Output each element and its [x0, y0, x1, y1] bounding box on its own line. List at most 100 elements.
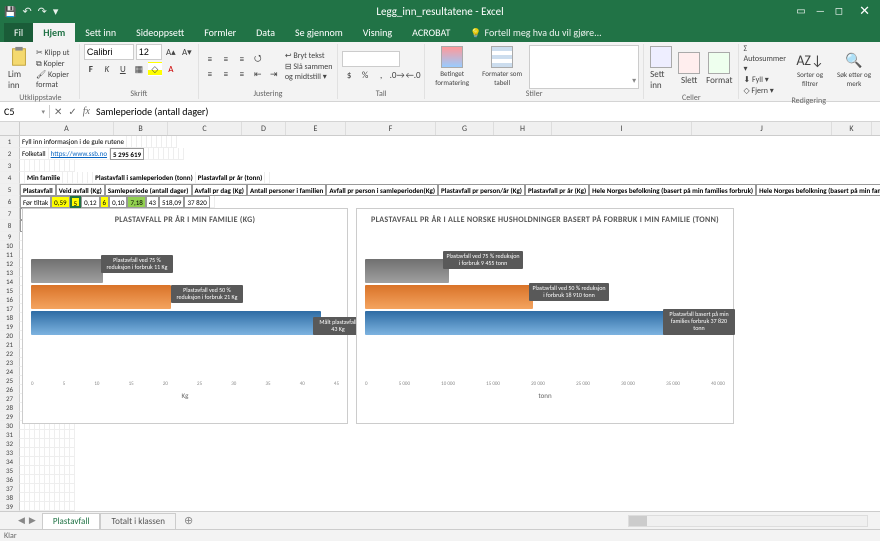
row-head-6[interactable]: 6	[0, 196, 20, 208]
row-head-25[interactable]: 25	[0, 376, 20, 385]
cell-G6[interactable]: 7,18	[127, 196, 145, 208]
row-head-32[interactable]: 32	[0, 439, 20, 448]
comma-icon[interactable]: ,	[374, 68, 388, 82]
format-cells-button[interactable]: Format	[704, 50, 734, 88]
cell-F5[interactable]: Avfall pr person i samleperioden(Kg)	[326, 184, 438, 196]
indent-dec-icon[interactable]: ⇤	[251, 67, 265, 81]
cell-J5[interactable]: Hele Norges befolkning (basert på min fa…	[756, 184, 880, 196]
conditional-format-button[interactable]: Betinget formatering	[429, 44, 475, 89]
row-head-36[interactable]: 36	[0, 475, 20, 484]
row-head-13[interactable]: 13	[0, 268, 20, 277]
enter-icon[interactable]: ✓	[68, 105, 76, 118]
col-K[interactable]: K	[832, 122, 872, 135]
row-head-30[interactable]: 30	[0, 421, 20, 430]
row-head-19[interactable]: 19	[0, 322, 20, 331]
row-head-22[interactable]: 22	[0, 349, 20, 358]
cell-C2[interactable]: 5 295 619	[110, 148, 144, 160]
cell-B5[interactable]: Veid avfall (Kg)	[56, 184, 105, 196]
italic-button[interactable]: K	[100, 62, 114, 76]
row-head-20[interactable]: 20	[0, 331, 20, 340]
sort-filter-button[interactable]: AZ↓Sorter og filtrer	[790, 50, 830, 90]
row-head-7[interactable]: 7	[0, 208, 20, 220]
cell-A1[interactable]: Fyll inn informasjon i de gule rutene	[20, 136, 127, 148]
select-all-corner[interactable]	[0, 122, 20, 135]
col-H[interactable]: H	[494, 122, 552, 135]
tab-data[interactable]: Data	[246, 23, 285, 42]
row-head-27[interactable]: 27	[0, 394, 20, 403]
autosum-button[interactable]: Σ Autosummer ▾	[743, 44, 786, 74]
font-color-icon[interactable]: A	[164, 62, 178, 76]
row-head-9[interactable]: 9	[0, 232, 20, 241]
sheet-tab-active[interactable]: Plastavfall	[42, 513, 101, 529]
decrease-font-icon[interactable]: A▾	[180, 45, 194, 59]
format-painter-button[interactable]: 🖌 Kopier format	[36, 70, 75, 90]
chart-norway[interactable]: PLASTAVFALL PR ÅR I ALLE NORSKE HUSHOLDN…	[356, 208, 734, 424]
row-head-35[interactable]: 35	[0, 466, 20, 475]
row-head-5[interactable]: 5	[0, 184, 20, 196]
find-select-button[interactable]: 🔍Søk etter og merk	[834, 50, 874, 90]
row-head-17[interactable]: 17	[0, 304, 20, 313]
cell-K31[interactable]	[70, 430, 75, 439]
cell-I6[interactable]: 518,09	[159, 196, 185, 208]
row-head-21[interactable]: 21	[0, 340, 20, 349]
row-head-39[interactable]: 39	[0, 502, 20, 511]
align-top-icon[interactable]: ≡	[203, 52, 217, 66]
cell-K2[interactable]	[179, 148, 184, 160]
cell-F6[interactable]: 0,10	[109, 196, 127, 208]
number-format-select[interactable]	[342, 51, 400, 67]
col-J[interactable]: J	[692, 122, 832, 135]
col-F[interactable]: F	[346, 122, 436, 135]
cell-H5[interactable]: Plastavfall pr år (Kg)	[525, 184, 589, 196]
cell-J4[interactable]: Plastavfall pr år (tonn)	[196, 172, 266, 184]
sheet-nav-next-icon[interactable]: ▶	[29, 515, 36, 526]
row-head-18[interactable]: 18	[0, 313, 20, 322]
cell-A5[interactable]: Plastavfall	[20, 184, 56, 196]
cell-K1[interactable]	[172, 136, 177, 148]
row-head-8[interactable]: 8	[0, 220, 20, 232]
fill-button[interactable]: ⬇ Fyll ▾	[743, 75, 786, 85]
bold-button[interactable]: F	[84, 62, 98, 76]
cell-K39[interactable]	[70, 502, 75, 511]
cell-K38[interactable]	[70, 493, 75, 502]
align-bot-icon[interactable]: ≡	[235, 52, 249, 66]
cell-K32[interactable]	[70, 439, 75, 448]
cell-K34[interactable]	[70, 457, 75, 466]
cell-E5[interactable]: Antall personer i familien	[247, 184, 326, 196]
cell-K35[interactable]	[70, 466, 75, 475]
row-head-23[interactable]: 23	[0, 358, 20, 367]
row-head-4[interactable]: 4	[0, 172, 20, 184]
font-name-select[interactable]	[84, 44, 134, 60]
row-head-15[interactable]: 15	[0, 286, 20, 295]
col-D[interactable]: D	[242, 122, 286, 135]
cell-K6[interactable]	[210, 196, 215, 208]
row-head-26[interactable]: 26	[0, 385, 20, 394]
maximize-icon[interactable]: ◻	[835, 4, 843, 19]
cell-D5[interactable]: Avfall pr dag (Kg)	[192, 184, 247, 196]
cell-A6[interactable]: Før tiltak	[20, 196, 51, 208]
cell-K4[interactable]	[265, 172, 270, 184]
tab-acrobat[interactable]: ACROBAT	[402, 23, 460, 42]
row-head-33[interactable]: 33	[0, 448, 20, 457]
name-box[interactable]: C5	[4, 105, 14, 118]
cell-K37[interactable]	[70, 484, 75, 493]
cell-B2[interactable]: https://www.ssb.no	[49, 148, 110, 160]
tab-layout[interactable]: Sideoppsett	[126, 23, 194, 42]
fill-color-icon[interactable]: ◇	[148, 62, 162, 76]
sheet-nav-prev-icon[interactable]: ◀	[18, 515, 25, 526]
fx-icon[interactable]: fx	[83, 106, 90, 117]
cell-A2[interactable]: Folketall	[20, 148, 49, 160]
tab-file[interactable]: Fil	[4, 23, 33, 42]
chart-family[interactable]: PLASTAVFALL PR ÅR I MIN FAMILIE (KG) Pla…	[22, 208, 348, 424]
row-head-28[interactable]: 28	[0, 403, 20, 412]
underline-button[interactable]: U	[116, 62, 130, 76]
dec-decimal-icon[interactable]: ←.0	[406, 68, 420, 82]
format-as-table-button[interactable]: Formater som tabell	[479, 44, 525, 89]
row-head-31[interactable]: 31	[0, 430, 20, 439]
tab-home[interactable]: Hjem	[33, 23, 75, 42]
cell-B4[interactable]: Min familie	[25, 172, 63, 184]
row-head-16[interactable]: 16	[0, 295, 20, 304]
row-head-29[interactable]: 29	[0, 412, 20, 421]
tab-review[interactable]: Se gjennom	[285, 23, 353, 42]
font-size-select[interactable]	[136, 44, 162, 60]
row-head-37[interactable]: 37	[0, 484, 20, 493]
